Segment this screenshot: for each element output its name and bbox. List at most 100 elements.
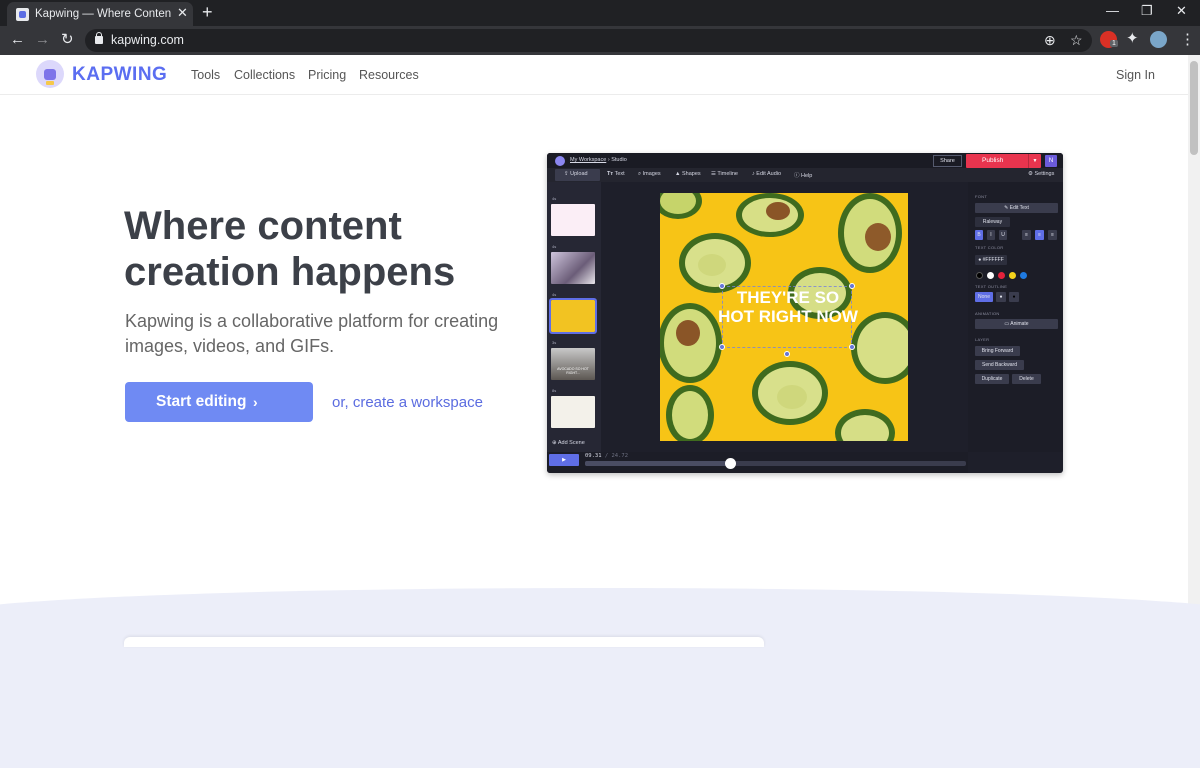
swatch-white [987, 272, 994, 279]
editor-toolbar: ⇪ Upload Tт Text ⌕ Images ▲ Shapes ☰ Tim… [547, 168, 1063, 182]
address-bar[interactable]: kapwing.com ⊕ ☆ [85, 29, 1092, 52]
color-hex-field: ● #FFFFFF [975, 255, 1007, 265]
resize-handle-br [849, 344, 855, 350]
tool-upload: ⇪ Upload [564, 171, 588, 177]
bring-forward-button: Bring Forward [975, 346, 1020, 356]
new-tab-icon[interactable]: + [202, 3, 213, 21]
scene-thumb-4: AVOCADO SO HOT RIGHT... [551, 348, 595, 380]
start-editing-button[interactable]: Start editing › [125, 382, 313, 422]
bookmark-star-icon[interactable]: ☆ [1070, 32, 1083, 48]
tool-images-label: Images [642, 171, 661, 177]
underline-toggle: U [999, 230, 1007, 240]
minimize-icon[interactable]: — [1106, 4, 1119, 18]
playhead-knob [724, 458, 736, 469]
editor-share-button: Share [933, 155, 962, 167]
color-hex-value: #FFFFFF [982, 257, 1004, 263]
time-readout: 09.31 / 24.72 [585, 453, 628, 459]
editor-topbar: My Workspace › Studio Share Publish ▼ N [547, 153, 1063, 168]
scene-thumb-2 [551, 252, 595, 284]
add-icon[interactable]: ⊕ [1044, 32, 1056, 48]
back-icon[interactable]: ← [10, 32, 25, 48]
font-name-select: Raleway [975, 217, 1010, 227]
scene-thumb-5 [551, 396, 595, 428]
time-sep: / [604, 453, 609, 459]
tool-shapes: ▲ Shapes [675, 171, 701, 177]
reload-icon[interactable]: ↻ [61, 32, 74, 48]
sign-in-link[interactable]: Sign In [1116, 68, 1155, 82]
align-center-icon: ≡ [1035, 230, 1044, 240]
browser-toolbar: ← → ↻ kapwing.com ⊕ ☆ 1 ✦ ⋮ [0, 26, 1200, 55]
editor-settings: ⚙ Settings [1028, 171, 1055, 177]
scene-1-duration: 4s [552, 196, 557, 201]
animation-label: ANIMATION [975, 311, 1000, 316]
add-scene-label: Add Scene [557, 440, 585, 446]
profile-avatar[interactable] [1150, 31, 1167, 48]
scene-4-caption: AVOCADO SO HOT RIGHT... [557, 367, 589, 375]
nav-pricing[interactable]: Pricing [308, 68, 346, 82]
timeline-scrubber [585, 458, 966, 469]
browser-tab[interactable]: Kapwing — Where Content Creat ✕ [7, 2, 193, 26]
editor-preview: My Workspace › Studio Share Publish ▼ N … [547, 153, 1063, 473]
tab-title: Kapwing — Where Content Creat [35, 8, 171, 20]
breadcrumb-separator: › [607, 157, 610, 163]
properties-panel: FONT ✎ Edit Text Raleway B I U ≡ ≡ ≡ TEX… [968, 182, 1063, 452]
forward-icon[interactable]: → [35, 32, 50, 48]
scrubber-progress [585, 461, 730, 466]
restore-icon[interactable]: ❐ [1141, 4, 1153, 18]
swatch-black [976, 272, 983, 279]
edit-text-button: ✎ Edit Text [975, 203, 1058, 213]
page-scrollbar[interactable] [1188, 55, 1200, 643]
next-section-card [124, 637, 764, 647]
browser-menu-icon[interactable]: ⋮ [1180, 32, 1195, 48]
tool-shapes-label: Shapes [681, 171, 701, 177]
delete-button: Delete [1012, 374, 1041, 384]
outline-white-option: ● [996, 292, 1006, 302]
tool-help: ⓘ Help [794, 173, 813, 179]
extension-badge-icon[interactable]: 1 [1100, 31, 1118, 48]
tool-timeline-label: Timeline [717, 171, 738, 177]
kapwing-logo-icon[interactable] [36, 60, 64, 88]
logo-text[interactable]: KAPWING [72, 64, 167, 86]
workspace-avatar [555, 156, 565, 166]
hero-title: Where content creation happens [124, 204, 456, 294]
tool-text-label: Text [614, 171, 625, 177]
browser-tabbar: Kapwing — Where Content Creat ✕ + — ❐ ✕ [0, 0, 1200, 26]
outline-none-button: None [975, 292, 993, 302]
lock-icon [95, 32, 103, 44]
font-section-label: FONT [975, 194, 988, 199]
url-text: kapwing.com [111, 33, 184, 47]
tool-upload-label: Upload [570, 171, 588, 177]
next-section-background [0, 588, 1200, 768]
nav-resources[interactable]: Resources [359, 68, 419, 82]
scrollbar-thumb[interactable] [1190, 61, 1198, 155]
layer-label: LAYER [975, 337, 990, 342]
extensions-puzzle-icon[interactable]: ✦ [1126, 31, 1139, 47]
align-right-icon: ≡ [1048, 230, 1057, 240]
text-outline-label: TEXT OUTLINE [975, 284, 1008, 289]
canvas-text-layer: THEY'RE SO HOT RIGHT NOW [718, 288, 858, 326]
bold-toggle: B [975, 230, 983, 240]
italic-toggle: I [987, 230, 995, 240]
create-workspace-link[interactable]: or, create a workspace [332, 394, 483, 411]
window-close-icon[interactable]: ✕ [1176, 4, 1187, 18]
rotate-handle [784, 351, 790, 357]
time-total: 24.72 [611, 453, 629, 459]
chevron-down-icon: ▼ [1028, 154, 1041, 168]
tool-help-label: Help [801, 173, 813, 179]
user-initial-avatar: N [1045, 155, 1057, 167]
site-header: KAPWING Tools Collections Pricing Resour… [0, 55, 1188, 95]
text-color-label: TEXT COLOR [975, 245, 1004, 250]
close-tab-icon[interactable]: ✕ [177, 6, 188, 20]
tool-edit-audio: ♪ Edit Audio [752, 171, 782, 177]
tool-text: Tт Text [607, 171, 625, 177]
swatch-yellow [1009, 272, 1016, 279]
nav-tools[interactable]: Tools [191, 68, 220, 82]
kapwing-favicon-icon [16, 8, 29, 21]
publish-label: Publish [982, 157, 1004, 164]
editor-breadcrumb: My Workspace › Studio [570, 157, 627, 163]
scene-3-duration: 4s [552, 292, 557, 297]
nav-collections[interactable]: Collections [234, 68, 295, 82]
resize-handle-bl [719, 344, 725, 350]
play-icon: ▶ [549, 454, 579, 466]
hero-subtitle: Kapwing is a collaborative platform for … [125, 311, 499, 356]
